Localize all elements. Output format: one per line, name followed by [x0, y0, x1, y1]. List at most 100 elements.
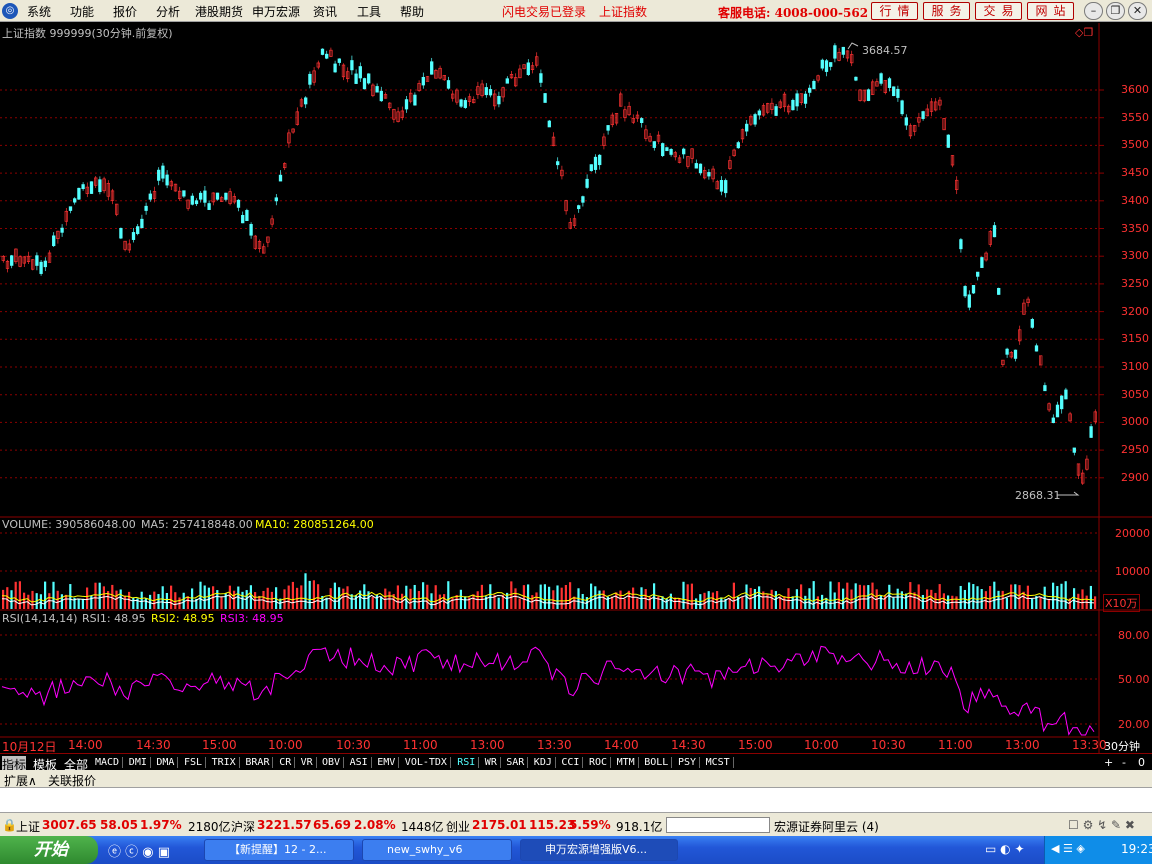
volume-bar — [602, 590, 605, 609]
volume-bar — [132, 597, 135, 609]
zoom-in-button[interactable]: + — [1104, 756, 1113, 769]
volume-bar — [233, 590, 236, 609]
related-quote-tab[interactable]: 关联报价 — [48, 772, 96, 789]
minimize-icon[interactable]: – — [1084, 2, 1103, 20]
volume-bar — [556, 585, 559, 609]
price-tick-label: 3300 — [1121, 249, 1149, 263]
time-axis-label: 13:00 — [470, 738, 505, 752]
quicklaunch-icons[interactable]: ⓔ ⓒ ◉ ▣ — [108, 841, 170, 860]
volume-bar — [417, 590, 420, 609]
volume-bar — [413, 584, 416, 609]
volume-bar — [791, 596, 794, 609]
chart-options-icon[interactable]: ◇❐ — [1075, 26, 1093, 39]
menu-help[interactable]: 帮助 — [400, 3, 424, 20]
lock-icon: 🔒 — [2, 818, 17, 832]
indicator-tab-trix[interactable]: TRIX — [212, 757, 240, 768]
indicator-tab-cr[interactable]: CR — [279, 757, 296, 768]
start-button[interactable]: 开始 — [0, 836, 98, 864]
period-label[interactable]: 30分钟 — [1104, 738, 1140, 754]
indicator-tab-psy[interactable]: PSY — [678, 757, 701, 768]
indicator-tab-rsi[interactable]: RSI — [457, 757, 480, 768]
cy-price: 2175.01 — [472, 818, 527, 832]
time-axis-label: 13:30 — [1072, 738, 1107, 752]
indicator-tab-cci[interactable]: CCI — [561, 757, 584, 768]
menu-tools[interactable]: 工具 — [357, 3, 381, 20]
nav-website-button[interactable]: 网站 — [1027, 2, 1074, 20]
hs-name[interactable]: 沪深 — [231, 818, 255, 835]
broker-server[interactable]: 宏源证券阿里云 (4) — [774, 818, 879, 835]
restore-icon[interactable]: ❐ — [1106, 2, 1125, 20]
volume-bar — [65, 594, 68, 609]
sh-price: 3007.65 — [42, 818, 97, 832]
indicator-tab-roc[interactable]: ROC — [589, 757, 612, 768]
volume-bar — [837, 582, 840, 609]
nav-service-button[interactable]: 服务 — [923, 2, 970, 20]
indicator-tab-emv[interactable]: EMV — [377, 757, 400, 768]
menu-system[interactable]: 系统 — [27, 3, 51, 20]
indicator-tab-dmi[interactable]: DMI — [129, 757, 151, 768]
low-price-label: 2868.31 — [1015, 489, 1061, 502]
expand-tab[interactable]: 扩展∧ — [4, 772, 37, 789]
indicator-tab-wr[interactable]: WR — [485, 757, 501, 768]
menu-hk-futures[interactable]: 港股期货 — [195, 3, 243, 20]
rsi3-label: RSI3: 48.95 — [220, 612, 284, 625]
volume-bar — [144, 598, 147, 609]
status-tool-icons[interactable]: ☐ ⚙ ↯ ✎ ✖ — [1068, 818, 1135, 832]
indicator-tab-vol-tdx[interactable]: VOL-TDX — [405, 757, 451, 768]
indicator-tab-dma[interactable]: DMA — [156, 757, 179, 768]
indicator-tab-vr[interactable]: VR — [301, 757, 317, 768]
menu-analysis[interactable]: 分析 — [156, 3, 180, 20]
nav-market-button[interactable]: 行情 — [871, 2, 918, 20]
indicator-tab-mtm[interactable]: MTM — [617, 757, 639, 768]
close-icon[interactable]: ✕ — [1128, 2, 1147, 20]
indicator-tab-macd[interactable]: MACD — [95, 757, 124, 768]
indicator-tab-brar[interactable]: BRAR — [245, 757, 274, 768]
indicator-tab-mcst[interactable]: MCST — [706, 757, 734, 768]
status-bar: 🔒 上证 3007.65 58.05 1.97% 2180亿 沪深 3221.5… — [0, 812, 1152, 836]
indicator-tab-sar[interactable]: SAR — [506, 757, 529, 768]
volume-bar — [808, 588, 811, 609]
nav-trade-button[interactable]: 交易 — [975, 2, 1022, 20]
ma5-label: MA5: 257418848.00 — [141, 518, 253, 531]
volume-bar — [707, 591, 710, 609]
sh-name[interactable]: 上证 — [16, 818, 40, 835]
indicator-tab-fsl[interactable]: FSL — [184, 757, 207, 768]
volume-bar — [300, 585, 303, 609]
volume-bar — [489, 584, 492, 609]
menu-function[interactable]: 功能 — [70, 3, 94, 20]
indicator-tab-boll[interactable]: BOLL — [644, 757, 673, 768]
volume-bar — [896, 588, 899, 609]
menu-swhy[interactable]: 申万宏源 — [252, 3, 300, 20]
indicator-tab-kdj[interactable]: KDJ — [534, 757, 556, 768]
tray-icons[interactable]: ◀ ☰ ◈ — [1051, 842, 1085, 855]
volume-bar — [140, 591, 143, 609]
volume-bar — [464, 596, 467, 609]
volume-bar — [312, 580, 315, 609]
task-forum[interactable]: 【新提醒】12 - 2... — [204, 839, 354, 861]
volume-bar — [527, 584, 530, 609]
time-axis-label: 13:30 — [537, 738, 572, 752]
reset-button[interactable]: 0 — [1138, 756, 1145, 769]
volume-bar — [10, 590, 13, 609]
tray-quick-icons[interactable]: ▭ ◐ ✦ — [985, 842, 1025, 856]
menu-bar: ◎ 系统 功能 报价 分析 港股期货 申万宏源 资讯 工具 帮助 闪电交易已登录… — [0, 0, 1152, 22]
volume-unit: X10万 — [1103, 594, 1140, 612]
volume-bar — [795, 589, 798, 609]
app-logo-icon[interactable]: ◎ — [2, 3, 18, 19]
sh-change: 58.05 — [100, 818, 138, 832]
volume-bar — [1064, 581, 1067, 609]
task-swhy[interactable]: 申万宏源增强版V6... — [520, 839, 678, 861]
clock: 19:23 — [1121, 842, 1152, 856]
kline-chart-area[interactable] — [0, 23, 1152, 813]
cy-name[interactable]: 创业 — [446, 818, 470, 835]
task-folder[interactable]: new_swhy_v6 — [362, 839, 512, 861]
menu-news[interactable]: 资讯 — [313, 3, 337, 20]
indicator-tab-asi[interactable]: ASI — [350, 757, 372, 768]
menu-quote[interactable]: 报价 — [113, 3, 137, 20]
volume-bar — [522, 585, 525, 609]
indicator-tab-obv[interactable]: OBV — [322, 757, 345, 768]
zoom-out-button[interactable]: - — [1122, 756, 1126, 769]
volume-bar — [94, 582, 97, 609]
volume-bar — [342, 588, 345, 609]
volume-bar — [758, 586, 761, 609]
